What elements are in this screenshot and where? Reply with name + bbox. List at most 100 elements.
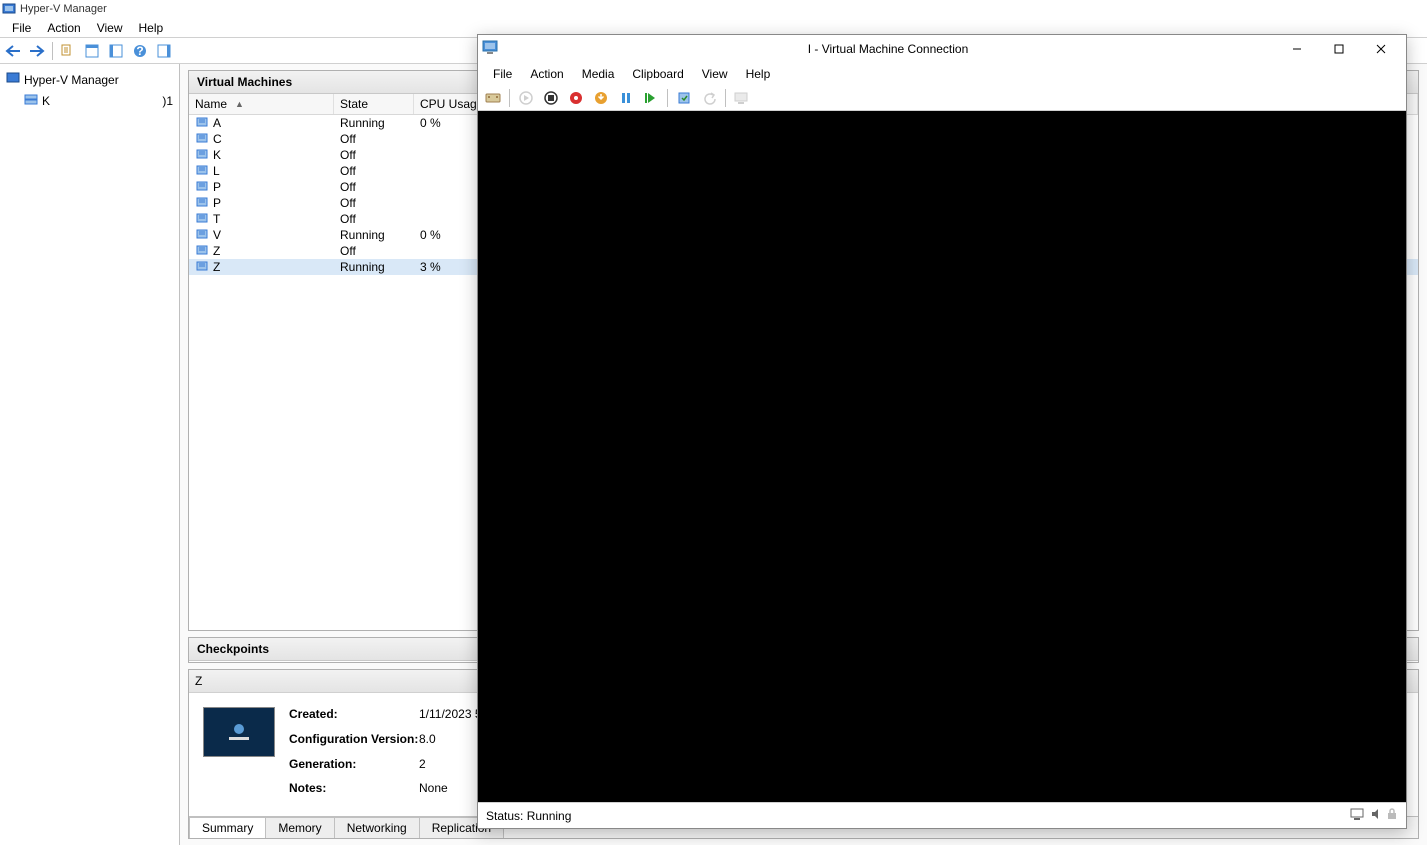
vm-icon [195, 132, 209, 146]
vm-icon [195, 244, 209, 258]
lock-icon [1386, 807, 1398, 824]
vm-name: A [213, 116, 221, 130]
vm-name: Z [213, 260, 220, 274]
tree-child-node[interactable]: K )1 [22, 91, 175, 110]
label-created: Created: [289, 707, 419, 728]
vmc-menu-media[interactable]: Media [573, 65, 624, 83]
vm-state: Off [334, 195, 414, 211]
hvm-titlebar: Hyper-V Manager [0, 0, 1427, 18]
vm-icon [195, 116, 209, 130]
ctrl-alt-del-button[interactable] [482, 87, 504, 109]
sort-asc-icon: ▲ [235, 99, 244, 109]
tab-summary[interactable]: Summary [189, 817, 266, 838]
vm-name: P [213, 180, 221, 194]
vm-state: Off [334, 147, 414, 163]
tab-memory[interactable]: Memory [265, 817, 334, 838]
vm-state: Running [334, 227, 414, 243]
label-notes: Notes: [289, 781, 419, 802]
window-controls [1276, 37, 1402, 61]
vm-state: Off [334, 179, 414, 195]
toolbar-separator [52, 42, 53, 60]
hyperv-icon [6, 71, 20, 88]
tree-root-label: Hyper-V Manager [24, 73, 119, 87]
vm-icon [195, 212, 209, 226]
vm-state: Off [334, 131, 414, 147]
speaker-icon[interactable] [1370, 807, 1382, 824]
vm-state: Off [334, 243, 414, 259]
hvm-title: Hyper-V Manager [20, 3, 107, 15]
help-button[interactable]: ? [129, 40, 151, 62]
view-button-3[interactable] [153, 40, 175, 62]
vm-name: P [213, 196, 221, 210]
minimize-button[interactable] [1276, 37, 1318, 61]
tree-child-suffix: )1 [162, 94, 173, 108]
vm-name: K [213, 148, 221, 162]
shutdown-button[interactable] [565, 87, 587, 109]
menu-file[interactable]: File [4, 19, 39, 37]
details-grid: Created: 1/11/2023 5:13:4 Configuration … [289, 707, 508, 802]
vm-icon [195, 228, 209, 242]
vmc-menu-file[interactable]: File [484, 65, 521, 83]
tree-root-node[interactable]: Hyper-V Manager [4, 70, 175, 89]
vmc-title: I - Virtual Machine Connection [500, 42, 1276, 56]
vm-state: Off [334, 163, 414, 179]
vm-display-area[interactable] [478, 111, 1406, 802]
nav-forward-button[interactable] [26, 40, 48, 62]
vmc-toolbar [478, 85, 1406, 111]
hyperv-icon [2, 2, 16, 16]
vmc-statusbar: Status: Running [478, 802, 1406, 828]
vmc-menu-help[interactable]: Help [737, 65, 780, 83]
vm-state: Off [334, 211, 414, 227]
menu-view[interactable]: View [89, 19, 131, 37]
menu-help[interactable]: Help [131, 19, 172, 37]
nav-back-button[interactable] [2, 40, 24, 62]
server-icon [24, 92, 38, 109]
vmc-menubar: File Action Media Clipboard View Help [478, 63, 1406, 85]
vmc-menu-view[interactable]: View [693, 65, 737, 83]
vm-icon [195, 180, 209, 194]
toolbar-separator [509, 89, 510, 107]
reset-button[interactable] [640, 87, 662, 109]
maximize-button[interactable] [1318, 37, 1360, 61]
vm-name: C [213, 132, 222, 146]
pause-button[interactable] [615, 87, 637, 109]
vm-icon [195, 260, 209, 274]
vm-state: Running [334, 115, 414, 131]
revert-button[interactable] [698, 87, 720, 109]
column-state[interactable]: State [334, 94, 414, 114]
status-icons [1350, 807, 1398, 824]
vmc-menu-clipboard[interactable]: Clipboard [623, 65, 692, 83]
tree-pane: Hyper-V Manager K )1 [0, 64, 180, 845]
enhanced-session-button[interactable] [731, 87, 753, 109]
vm-thumbnail [203, 707, 275, 757]
vm-connection-window: I - Virtual Machine Connection File Acti… [477, 34, 1407, 829]
close-button[interactable] [1360, 37, 1402, 61]
vmc-app-icon [482, 40, 500, 59]
vmc-titlebar[interactable]: I - Virtual Machine Connection [478, 35, 1406, 63]
menu-action[interactable]: Action [39, 19, 88, 37]
properties-button[interactable] [57, 40, 79, 62]
view-button-2[interactable] [105, 40, 127, 62]
toolbar-separator [667, 89, 668, 107]
vm-name: V [213, 228, 221, 242]
toolbar-separator [725, 89, 726, 107]
vmc-status-text: Status: Running [486, 809, 571, 823]
column-name[interactable]: Name▲ [189, 94, 334, 114]
vm-icon [195, 164, 209, 178]
start-button[interactable] [515, 87, 537, 109]
view-button-1[interactable] [81, 40, 103, 62]
tab-networking[interactable]: Networking [334, 817, 420, 838]
checkpoint-button[interactable] [673, 87, 695, 109]
display-config-icon[interactable] [1350, 807, 1366, 824]
svg-text:?: ? [136, 44, 143, 58]
turnoff-button[interactable] [540, 87, 562, 109]
label-config: Configuration Version: [289, 732, 419, 753]
save-button[interactable] [590, 87, 612, 109]
label-gen: Generation: [289, 757, 419, 778]
vm-icon [195, 196, 209, 210]
vm-name: L [213, 164, 220, 178]
vm-name: T [213, 212, 220, 226]
vm-name: Z [213, 244, 220, 258]
vmc-menu-action[interactable]: Action [521, 65, 572, 83]
tree-child-label: K [42, 94, 50, 108]
